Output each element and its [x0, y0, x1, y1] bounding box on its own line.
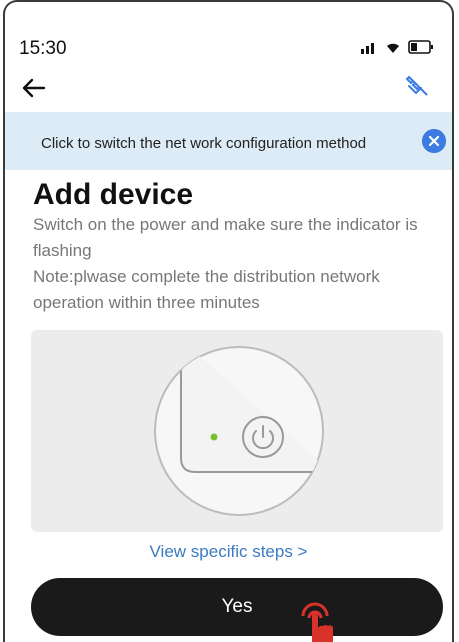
signal-icon [361, 43, 374, 54]
banner-text[interactable]: Click to switch the net work configurati… [41, 135, 366, 152]
instruction-power: Switch on the power and make sure the in… [33, 215, 418, 260]
battery-icon [408, 40, 433, 54]
back-arrow-icon[interactable] [19, 74, 47, 102]
tap-hand-icon [301, 602, 333, 642]
wifi-icon [387, 43, 399, 53]
indicator-light [210, 433, 218, 441]
page-title: Add device [33, 178, 194, 211]
yes-button[interactable]: Yes [31, 578, 443, 636]
close-icon[interactable] [422, 129, 446, 153]
view-steps-link[interactable]: View specific steps > [5, 542, 452, 562]
instruction-note: Note:plwase complete the distribution ne… [33, 267, 380, 312]
system-icons [360, 40, 434, 54]
instruction-text: Switch on the power and make sure the in… [33, 212, 452, 316]
network-switch-icon[interactable] [400, 70, 434, 104]
device-diagram [154, 346, 324, 516]
device-illustration [31, 330, 443, 532]
phone-frame: 15:30 Click to switch the net work confi… [3, 0, 454, 642]
status-time: 15:30 [19, 38, 67, 59]
